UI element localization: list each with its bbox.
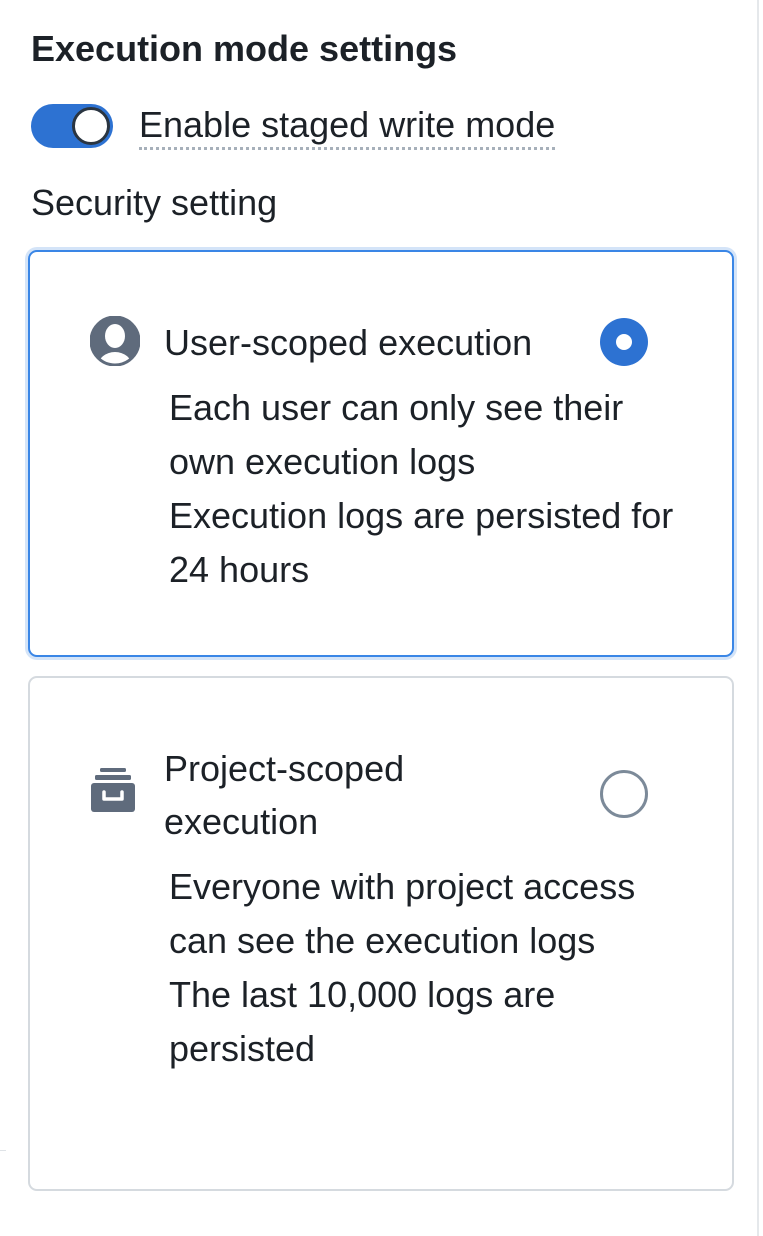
option-description: Everyone with project access can see the… — [169, 860, 689, 1076]
option-card-project-scoped[interactable]: Project-scoped execution Everyone with p… — [28, 676, 734, 1191]
radio-user-scoped[interactable] — [600, 318, 648, 366]
section-title: Execution mode settings — [31, 28, 458, 69]
description-line: The last 10,000 logs are persisted — [169, 974, 556, 1069]
description-line: Each user can only see their own executi… — [169, 387, 624, 482]
radio-project-scoped[interactable] — [600, 770, 648, 818]
panel-right-border — [757, 0, 759, 1236]
option-title: Project-scoped execution — [164, 748, 405, 842]
option-card-user-scoped[interactable]: User-scoped execution Each user can only… — [28, 250, 734, 657]
description-line: Everyone with project access can see the… — [169, 866, 636, 961]
archive-box-icon — [91, 768, 135, 812]
toggle-knob — [72, 107, 110, 145]
staged-write-label[interactable]: Enable staged write mode — [139, 103, 556, 150]
panel-divider — [0, 1150, 6, 1151]
option-title: User-scoped execution — [164, 322, 533, 363]
option-description: Each user can only see their own executi… — [169, 381, 689, 597]
security-setting-label: Security setting — [31, 182, 278, 223]
description-line: Execution logs are persisted for 24 hour… — [169, 495, 674, 590]
staged-write-toggle-row: Enable staged write mode — [31, 100, 556, 152]
user-icon — [90, 316, 140, 366]
staged-write-toggle[interactable] — [31, 104, 113, 148]
